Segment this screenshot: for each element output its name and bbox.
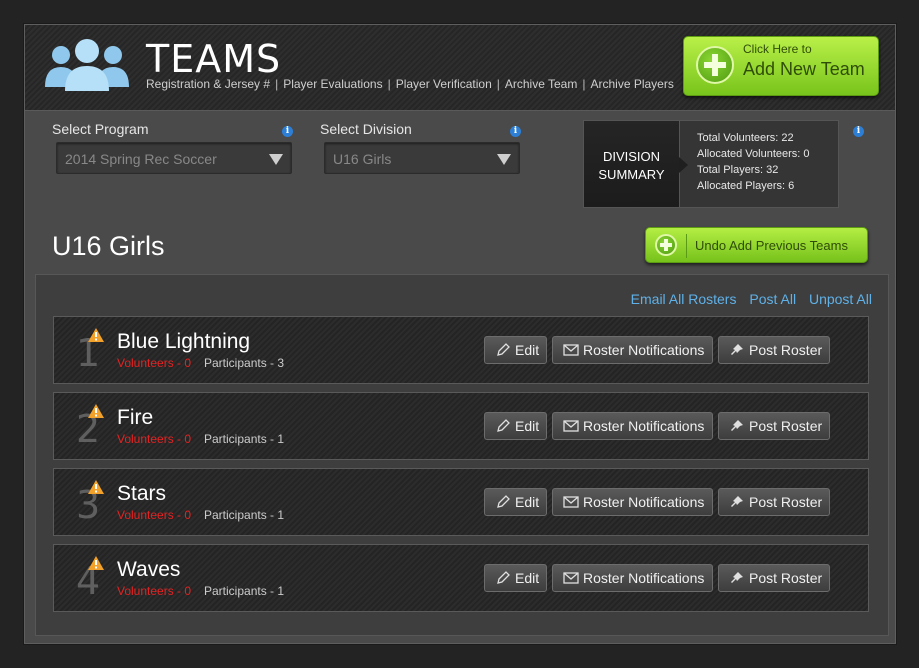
add-team-label: Add New Team [743, 59, 865, 79]
chevron-down-icon [269, 154, 283, 165]
undo-add-previous-teams-button[interactable]: Undo Add Previous Teams [645, 227, 868, 263]
header-bar: TEAMS Registration & Jersey # | Player Eva… [25, 25, 895, 111]
info-icon[interactable]: i [282, 126, 293, 137]
total-volunteers: Total Volunteers: 22 [697, 132, 794, 144]
info-icon[interactable]: i [510, 126, 521, 137]
envelope-icon [563, 344, 579, 356]
email-all-rosters-link[interactable]: Email All Rosters [631, 291, 737, 307]
edit-button[interactable]: Edit [484, 412, 547, 440]
allocated-volunteers: Allocated Volunteers: 0 [697, 148, 810, 160]
team-name[interactable]: Stars [117, 482, 166, 506]
team-name[interactable]: Blue Lightning [117, 330, 250, 354]
nav-archive-players[interactable]: Archive Players [590, 77, 673, 91]
envelope-icon [563, 420, 579, 432]
division-summary: DIVISION SUMMARY Total Volunteers: 22 All… [583, 120, 839, 208]
teams-window: TEAMS Registration & Jersey # | Player Eva… [24, 24, 896, 644]
division-select-value: U16 Girls [333, 151, 392, 167]
team-name[interactable]: Fire [117, 406, 153, 430]
team-volunteers: Volunteers - 0 [117, 356, 192, 370]
teams-panel: Email All Rosters Post All Unpost All 1 … [35, 274, 889, 636]
plus-icon [696, 46, 734, 84]
pin-icon [731, 344, 743, 355]
pin-icon [731, 496, 743, 507]
plus-icon [655, 234, 677, 256]
add-new-team-button[interactable]: Click Here to Add New Team [683, 36, 879, 96]
pin-icon [731, 420, 743, 431]
envelope-icon [563, 572, 579, 584]
post-roster-button[interactable]: Post Roster [718, 564, 830, 592]
team-volunteers: Volunteers - 0 [117, 432, 192, 446]
info-icon[interactable]: i [853, 126, 864, 137]
team-participants: Participants - 3 [204, 356, 285, 370]
chevron-down-icon [497, 154, 511, 165]
allocated-players: Allocated Players: 6 [697, 180, 795, 192]
pin-icon [731, 572, 743, 583]
post-roster-button[interactable]: Post Roster [718, 336, 830, 364]
nav-player-evaluations[interactable]: Player Evaluations [283, 77, 382, 91]
edit-button[interactable]: Edit [484, 564, 547, 592]
team-row: 3 Stars Volunteers - 0 Participants - 1 … [53, 468, 869, 536]
post-roster-button[interactable]: Post Roster [718, 488, 830, 516]
edit-button[interactable]: Edit [484, 488, 547, 516]
team-volunteers: Volunteers - 0 [117, 584, 192, 598]
sub-navigation: Registration & Jersey # | Player Evaluatio… [146, 77, 674, 91]
team-participants: Participants - 1 [204, 584, 285, 598]
team-volunteers: Volunteers - 0 [117, 508, 192, 522]
roster-actions: Email All Rosters Post All Unpost All [622, 291, 872, 307]
warning-icon [88, 480, 104, 494]
unpost-all-link[interactable]: Unpost All [809, 291, 872, 307]
pencil-icon [497, 343, 510, 356]
undo-label: Undo Add Previous Teams [695, 238, 848, 253]
warning-icon [88, 328, 104, 342]
team-row: 1 Blue Lightning Volunteers - 0 Particip… [53, 316, 869, 384]
division-select[interactable]: U16 Girls [324, 142, 520, 174]
team-row: 2 Fire Volunteers - 0 Participants - 1 E… [53, 392, 869, 460]
page-title: TEAMS [146, 37, 282, 81]
team-row: 4 Waves Volunteers - 0 Participants - 1 … [53, 544, 869, 612]
program-label: Select Program [52, 121, 149, 137]
roster-notifications-button[interactable]: Roster Notifications [552, 336, 713, 364]
roster-notifications-button[interactable]: Roster Notifications [552, 488, 713, 516]
envelope-icon [563, 496, 579, 508]
pencil-icon [497, 571, 510, 584]
add-team-hint: Click Here to [743, 42, 812, 56]
roster-notifications-button[interactable]: Roster Notifications [552, 564, 713, 592]
summary-stats: Total Volunteers: 22 Allocated Volunteer… [697, 130, 810, 194]
nav-player-verification[interactable]: Player Verification [396, 77, 492, 91]
warning-icon [88, 556, 104, 570]
team-name[interactable]: Waves [117, 558, 180, 582]
nav-archive-team[interactable]: Archive Team [505, 77, 577, 91]
pencil-icon [497, 419, 510, 432]
total-players: Total Players: 32 [697, 164, 779, 176]
warning-icon [88, 404, 104, 418]
roster-notifications-button[interactable]: Roster Notifications [552, 412, 713, 440]
post-all-link[interactable]: Post All [749, 291, 796, 307]
division-heading: U16 Girls [52, 231, 165, 261]
team-participants: Participants - 1 [204, 432, 285, 446]
people-icon [45, 39, 129, 91]
pencil-icon [497, 495, 510, 508]
nav-registration-jersey[interactable]: Registration & Jersey # [146, 77, 270, 91]
program-select[interactable]: 2014 Spring Rec Soccer [56, 142, 292, 174]
division-summary-tab: DIVISION SUMMARY [584, 121, 688, 207]
program-select-value: 2014 Spring Rec Soccer [65, 151, 217, 167]
post-roster-button[interactable]: Post Roster [718, 412, 830, 440]
edit-button[interactable]: Edit [484, 336, 547, 364]
division-label: Select Division [320, 121, 412, 137]
team-participants: Participants - 1 [204, 508, 285, 522]
